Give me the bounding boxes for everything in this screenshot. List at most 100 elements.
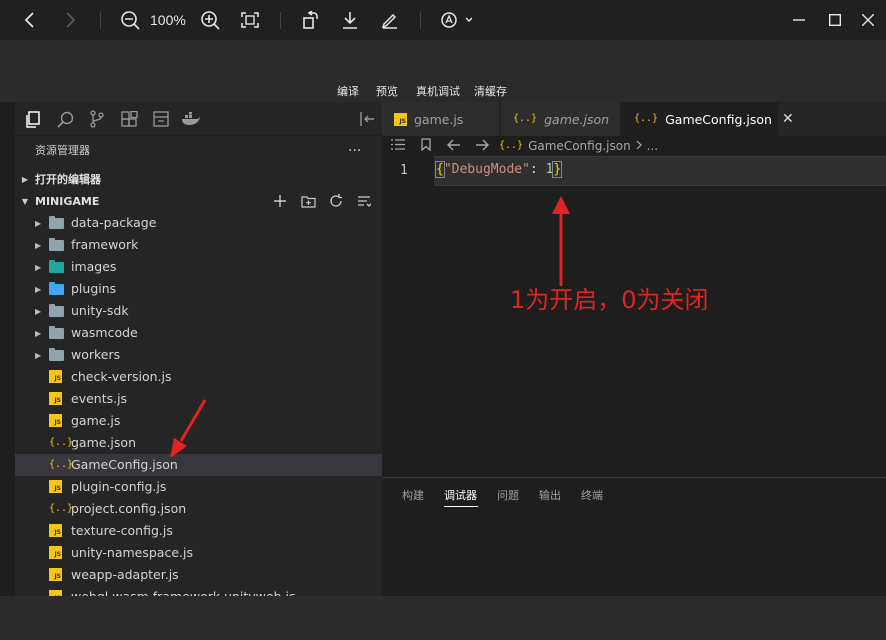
collapse-all-icon[interactable] xyxy=(350,195,378,208)
code-text[interactable]: {"DebugMode": 1} xyxy=(435,161,563,178)
folder-icon xyxy=(49,282,64,296)
ide-window: 资源管理器 ... ▶ 打开的编辑器 ▼ MINIGAME ▶ data-pack… xyxy=(0,102,886,596)
back-icon[interactable] xyxy=(447,139,460,154)
caret-right-icon: ▶ xyxy=(35,262,42,272)
tree-row[interactable]: ▶ wasmcode xyxy=(15,322,382,344)
files-icon[interactable] xyxy=(21,102,45,136)
source-control-icon[interactable] xyxy=(85,102,109,136)
tab-game-json[interactable]: {..} game.json xyxy=(501,102,621,136)
zoom-level: 100% xyxy=(150,12,186,28)
bottom-panel: 构建 调试器 问题 输出 终端 xyxy=(382,477,886,596)
tree-row[interactable]: JS texture-config.js xyxy=(15,520,382,542)
more-actions-icon[interactable]: ... xyxy=(348,139,361,155)
tab-label: game.json xyxy=(544,111,610,127)
tree-row[interactable]: JS game.js xyxy=(15,410,382,432)
fit-screen-icon[interactable] xyxy=(238,0,262,40)
new-file-icon[interactable] xyxy=(266,195,294,207)
search-icon[interactable] xyxy=(53,102,77,136)
active-tab-underline xyxy=(444,506,478,507)
tree-row[interactable]: JS check-version.js xyxy=(15,366,382,388)
tree-row[interactable]: JS weapp-adapter.js xyxy=(15,564,382,586)
tab-gameconfig-json[interactable]: {..} GameConfig.json ✕ xyxy=(622,102,794,136)
breadcrumb-file[interactable]: GameConfig.json xyxy=(528,139,631,153)
tree-row-label: data-package xyxy=(71,215,157,230)
project-section[interactable]: ▼ MINIGAME xyxy=(15,190,382,212)
zoom-in-icon[interactable] xyxy=(198,0,222,40)
new-folder-icon[interactable] xyxy=(294,195,322,208)
tree-row-label: workers xyxy=(71,347,121,362)
menu-preview[interactable]: 预览 xyxy=(376,82,398,102)
panel-tab-build[interactable]: 构建 xyxy=(402,487,424,503)
tree-row[interactable]: ▶ workers xyxy=(15,344,382,366)
image-viewer-toolbar: 100% xyxy=(0,0,886,40)
tree-row[interactable]: ▶ images xyxy=(15,256,382,278)
tree-row[interactable]: JS unity-namespace.js xyxy=(15,542,382,564)
tree-row[interactable]: JS events.js xyxy=(15,388,382,410)
folder-icon xyxy=(49,304,64,318)
extensions-icon[interactable] xyxy=(117,102,141,136)
caret-down-icon: ▼ xyxy=(21,196,29,206)
panel-tab-debugger[interactable]: 调试器 xyxy=(444,487,477,503)
tree-row[interactable]: JS plugin-config.js xyxy=(15,476,382,498)
tree-row[interactable]: ▶ unity-sdk xyxy=(15,300,382,322)
tree-row[interactable]: ▶ data-package xyxy=(15,212,382,234)
panel-tab-problems[interactable]: 问题 xyxy=(497,487,519,503)
tree-row-label: texture-config.js xyxy=(71,523,173,538)
menu-clear-cache[interactable]: 清缓存 xyxy=(474,82,507,102)
close-tab-icon[interactable]: ✕ xyxy=(782,111,794,127)
toolbar-separator xyxy=(280,12,281,29)
collapse-panel-icon[interactable] xyxy=(355,102,379,136)
back-arrow-icon[interactable] xyxy=(18,0,42,40)
sidebar-tabs xyxy=(15,102,382,136)
tree-row[interactable]: {..} project.config.json xyxy=(15,498,382,520)
js-file-icon: JS xyxy=(49,370,64,384)
panel-tab-output[interactable]: 输出 xyxy=(539,487,561,503)
menu-device-debug[interactable]: 真机调试 xyxy=(416,82,460,102)
close-icon[interactable] xyxy=(856,0,880,40)
forward-icon[interactable] xyxy=(476,139,489,154)
docker-icon[interactable] xyxy=(179,102,203,136)
tree-row-label: game.json xyxy=(71,435,136,450)
refresh-icon[interactable] xyxy=(322,194,350,208)
zoom-out-icon[interactable] xyxy=(118,0,142,40)
maximize-icon[interactable] xyxy=(823,0,847,40)
tree-row[interactable]: JSwebgl.wasm.framework.unityweb.js xyxy=(15,586,382,596)
text-recognition-icon[interactable] xyxy=(438,0,474,40)
tree-row-label: webgl.wasm.framework.unityweb.js xyxy=(71,589,296,596)
editor-tabs: JS game.js {..} game.json {..} GameConfi… xyxy=(382,102,886,136)
list-icon[interactable] xyxy=(391,139,405,153)
forward-arrow-icon[interactable] xyxy=(58,0,82,40)
breadcrumb-more[interactable]: ... xyxy=(647,139,658,153)
json-file-icon: {..} xyxy=(499,140,524,151)
tree-row-label: unity-sdk xyxy=(71,303,129,318)
js-file-icon: JS xyxy=(49,480,64,494)
bookmark-icon[interactable] xyxy=(421,138,431,154)
viewer-background xyxy=(0,40,886,82)
explorer-sidebar: 资源管理器 ... ▶ 打开的编辑器 ▼ MINIGAME ▶ data-pack… xyxy=(15,102,382,596)
panel-tab-terminal[interactable]: 终端 xyxy=(581,487,603,503)
tree-row-label: plugin-config.js xyxy=(71,479,167,494)
tree-row[interactable]: ▶ plugins xyxy=(15,278,382,300)
storage-icon[interactable] xyxy=(149,102,173,136)
rotate-icon[interactable] xyxy=(298,0,322,40)
close-brace: } xyxy=(552,161,563,178)
open-editors-section[interactable]: ▶ 打开的编辑器 xyxy=(15,168,382,190)
download-icon[interactable] xyxy=(338,0,362,40)
editor-area: JS game.js {..} game.json {..} GameConfi… xyxy=(382,102,886,596)
minimize-icon[interactable] xyxy=(787,0,811,40)
caret-right-icon: ▶ xyxy=(35,328,42,338)
tab-game-js[interactable]: JS game.js xyxy=(382,102,500,136)
tree-row-label: events.js xyxy=(71,391,128,406)
js-file-icon: JS xyxy=(49,546,64,560)
js-file-icon: JS xyxy=(394,112,407,126)
menu-compile[interactable]: 编译 xyxy=(337,82,359,102)
edit-icon[interactable] xyxy=(378,0,402,40)
explorer-title: 资源管理器 xyxy=(35,144,90,157)
tree-row[interactable]: {..} GameConfig.json xyxy=(15,454,382,476)
json-colon: : xyxy=(529,162,546,177)
tree-row-label: weapp-adapter.js xyxy=(71,567,179,582)
code-line[interactable]: 1 {"DebugMode": 1} xyxy=(382,156,886,186)
tree-row[interactable]: ▶ framework xyxy=(15,234,382,256)
json-key: "DebugMode" xyxy=(443,162,530,177)
tree-row[interactable]: {..} game.json xyxy=(15,432,382,454)
